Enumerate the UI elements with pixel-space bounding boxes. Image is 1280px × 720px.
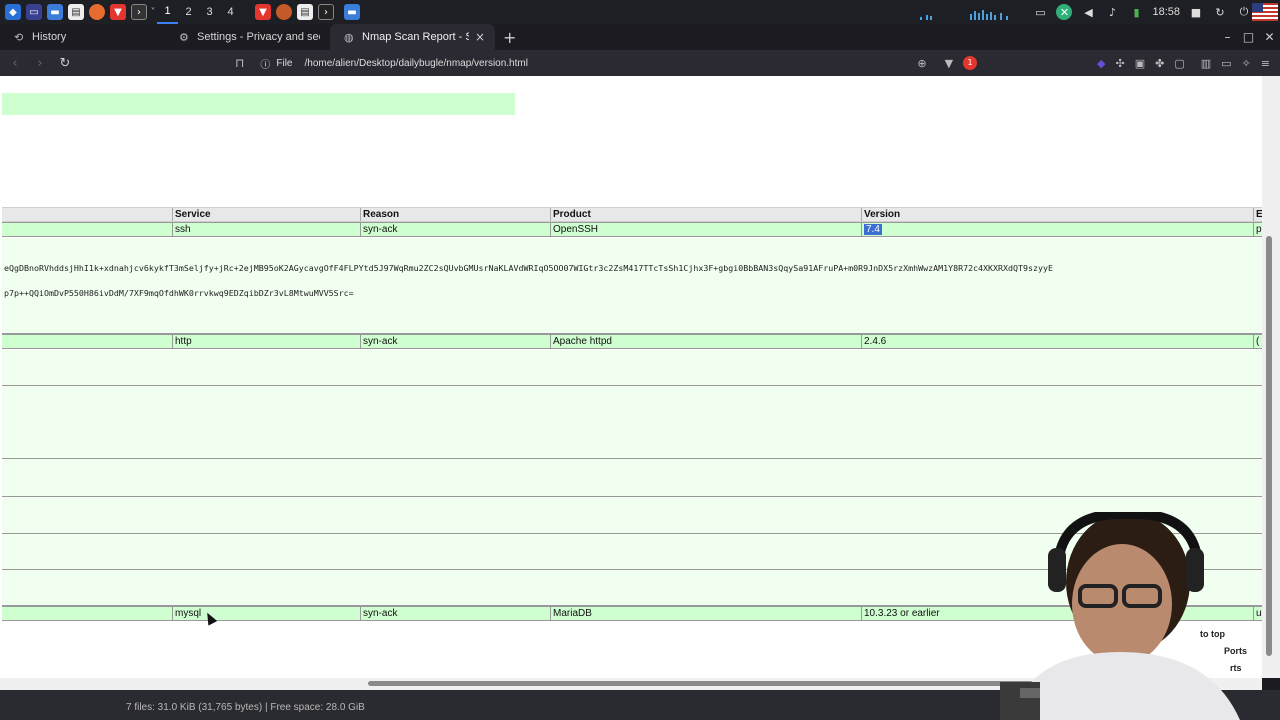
tab-nmap-report[interactable]: ◍ Nmap Scan Report - Scan × — [330, 24, 495, 50]
script-output-band: eQgDBnoRVhddsjHhI1k+xdnahjcv6kykfT3mSelj… — [2, 238, 1262, 334]
webcam-overlay — [1000, 512, 1262, 720]
power-icon[interactable]: ⏻ — [1236, 4, 1252, 20]
folder-window-icon[interactable]: ▬ — [344, 4, 360, 20]
refresh-icon[interactable]: ↻ — [1212, 4, 1228, 20]
folder-icon[interactable]: ▬ — [47, 4, 63, 20]
bell-icon[interactable]: ♪ — [1104, 4, 1120, 20]
volume-icon[interactable]: ◀ — [1080, 4, 1096, 20]
brave-rewards-icon[interactable]: 1 — [963, 56, 978, 70]
header-service: Service — [172, 208, 360, 221]
cell-reason: syn-ack — [360, 607, 550, 620]
reload-icon[interactable]: ↻ — [55, 56, 75, 71]
address-bar[interactable]: ⊓ ⓘ File /home/alien/Desktop/dailybugle/… — [235, 56, 528, 71]
header-extra: E — [1253, 208, 1262, 221]
menu-icon[interactable]: ≡ — [1261, 57, 1270, 70]
browser-tab-bar: ⟲ History ⚙ Settings - Privacy and secur… — [0, 24, 1280, 50]
cell-product: OpenSSH — [550, 223, 861, 236]
cell-service: ssh — [172, 223, 360, 236]
clock: 18:58 — [1152, 6, 1180, 18]
header-product: Product — [550, 208, 861, 221]
minimize-icon[interactable]: – — [1217, 30, 1238, 44]
cell-reason: syn-ack — [360, 223, 550, 236]
workspace-2[interactable]: 2 — [178, 6, 199, 18]
cell-version: 2.4.6 — [861, 335, 1253, 348]
highlight-bar — [2, 93, 515, 115]
workspace-4[interactable]: 4 — [220, 6, 241, 18]
table-row[interactable]: ssh syn-ack OpenSSH 7.4 p — [2, 222, 1262, 237]
system-taskbar: ◆ ▭ ▬ ▤ ▼ › ˅ 1 2 3 4 ▼ ▤ › ▬ ▭ ✕ ◀ ♪ ▮ … — [0, 0, 1280, 24]
tab-title: Nmap Scan Report - Scan — [362, 31, 469, 43]
extension-window-icon[interactable]: ▣ — [1135, 57, 1145, 70]
chevron-down-icon[interactable]: ˅ — [149, 4, 157, 20]
screen-icon[interactable]: ▭ — [1032, 4, 1048, 20]
globe-icon: ◍ — [344, 30, 354, 44]
forward-icon[interactable]: › — [30, 56, 50, 71]
url-scheme: File — [276, 57, 293, 69]
extension-purple-icon[interactable]: ◆ — [1097, 57, 1105, 70]
cell-product: Apache httpd — [550, 335, 861, 348]
firefox-icon[interactable] — [89, 4, 105, 20]
vertical-scrollbar[interactable] — [1262, 76, 1280, 678]
back-icon[interactable]: ‹ — [5, 56, 25, 71]
ssh-fingerprint-line: eQgDBnoRVhddsjHhI1k+xdnahjcv6kykfT3mSelj… — [4, 263, 1053, 273]
brave-icon[interactable]: ▼ — [110, 4, 126, 20]
table-row[interactable]: http syn-ack Apache httpd 2.4.6 ( — [2, 334, 1262, 349]
maximize-icon[interactable]: □ — [1238, 30, 1259, 44]
gear-icon: ⚙ — [179, 30, 189, 44]
document-window-icon[interactable]: ▤ — [297, 4, 313, 20]
script-output-band — [2, 350, 1262, 386]
cell-extra: ( — [1253, 335, 1262, 348]
new-tab-button[interactable]: + — [503, 28, 516, 47]
script-output-band — [2, 386, 1262, 459]
wallet-icon[interactable]: ▭ — [1221, 57, 1231, 70]
brave-window-icon[interactable]: ▼ — [255, 4, 271, 20]
status-text: 7 files: 31.0 KiB (31,765 bytes) | Free … — [126, 702, 365, 713]
leo-icon[interactable]: ✧ — [1242, 57, 1251, 70]
zoom-icon[interactable]: ⊕ — [917, 57, 926, 70]
ssh-fingerprint-line: p7p++QQiOmDvP550H86ivDdM/7XF9mqOfdhWK0rr… — [4, 288, 354, 298]
cell-service: http — [172, 335, 360, 348]
cell-reason: syn-ack — [360, 335, 550, 348]
close-window-icon[interactable]: ✕ — [1259, 30, 1280, 44]
close-icon[interactable]: × — [475, 30, 485, 44]
cell-extra: p — [1253, 223, 1262, 236]
cell-service: mysql — [172, 607, 360, 620]
terminal-icon[interactable]: › — [131, 4, 147, 20]
puzzle-icon[interactable]: ✤ — [1155, 57, 1164, 70]
bookmark-icon[interactable]: ⊓ — [235, 56, 244, 70]
history-icon: ⟲ — [14, 30, 24, 44]
flag-icon[interactable] — [1252, 3, 1278, 21]
header-version: Version — [861, 208, 1253, 221]
cell-version: 7.4 — [861, 223, 1253, 236]
table-header: Service Reason Product Version E — [2, 207, 1262, 222]
sidebar-icon[interactable]: ▥ — [1201, 57, 1211, 70]
app-drawer-icon[interactable]: ▭ — [26, 4, 42, 20]
workspace-3[interactable]: 3 — [199, 6, 220, 18]
tab-title: History — [32, 31, 67, 43]
tab-title: Settings - Privacy and security — [197, 31, 320, 43]
tab-settings[interactable]: ⚙ Settings - Privacy and security — [165, 24, 330, 50]
vertical-scroll-thumb[interactable] — [1266, 236, 1272, 656]
shield-icon[interactable]: ▼ — [945, 57, 953, 70]
lock-icon[interactable]: ■ — [1188, 4, 1204, 20]
cell-product: MariaDB — [550, 607, 861, 620]
screenshot-icon[interactable]: ▢ — [1174, 57, 1184, 70]
header-reason: Reason — [360, 208, 550, 221]
terminal-window-icon[interactable]: › — [318, 4, 334, 20]
workspace-1[interactable]: 1 — [157, 0, 178, 24]
info-icon[interactable]: ⓘ — [260, 56, 270, 71]
browser-toolbar: ‹ › ↻ ⊓ ⓘ File /home/alien/Desktop/daily… — [0, 50, 1280, 76]
script-output-band — [2, 459, 1262, 497]
kali-menu-icon[interactable]: ◆ — [5, 4, 21, 20]
file-icon[interactable]: ▤ — [68, 4, 84, 20]
firefox-window-icon[interactable] — [276, 4, 292, 20]
extension-icon[interactable]: ✣ — [1116, 57, 1125, 70]
url-text[interactable]: /home/alien/Desktop/dailybugle/nmap/vers… — [305, 58, 528, 69]
battery-icon[interactable]: ▮ — [1128, 4, 1144, 20]
app-status-icon[interactable]: ✕ — [1056, 4, 1073, 20]
network-graph — [920, 4, 1010, 20]
selected-version-text[interactable]: 7.4 — [864, 224, 882, 235]
tab-history[interactable]: ⟲ History — [0, 24, 165, 50]
